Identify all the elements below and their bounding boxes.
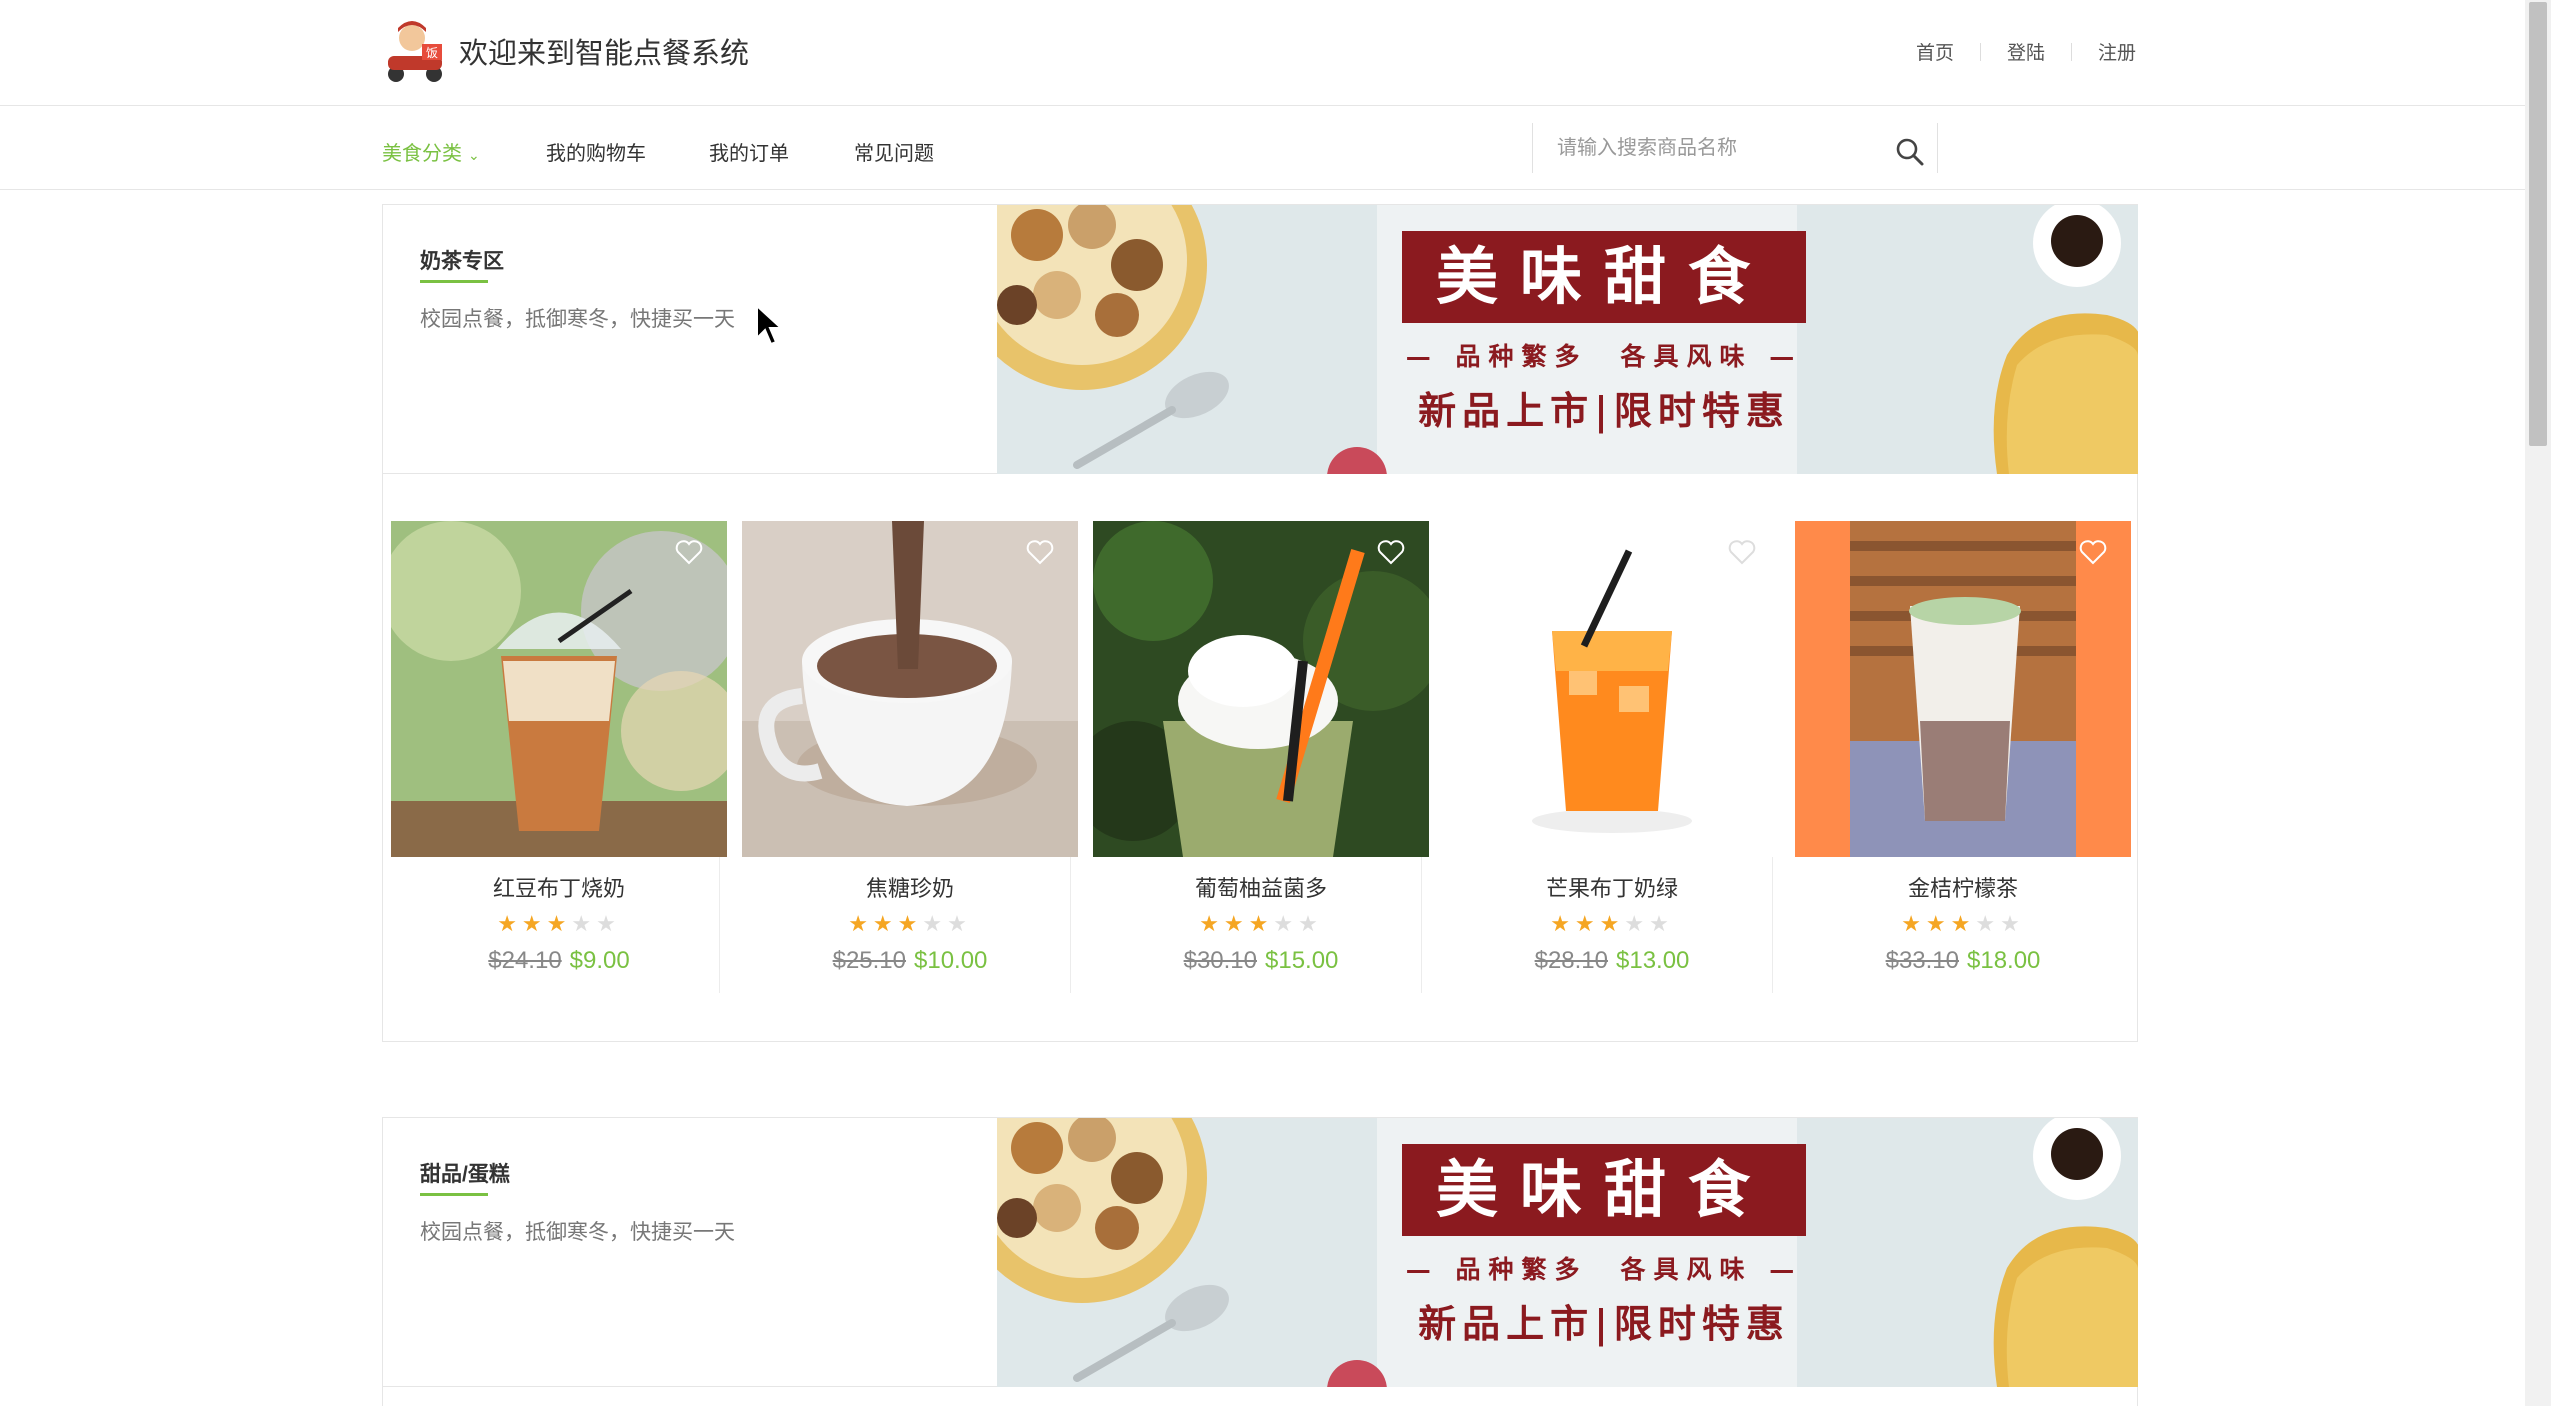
search-icon[interactable] <box>1895 137 1925 167</box>
product-image-mango-pudding-green-milk[interactable] <box>1444 521 1780 857</box>
price-block: $33.10 $18.00 <box>1787 947 2139 975</box>
star-icon: ★★★ <box>1550 911 1625 936</box>
search-input[interactable] <box>1557 133 1857 163</box>
search-box <box>1532 123 1938 173</box>
home-link[interactable]: 首页 <box>1916 38 1954 65</box>
section-milk-tea: 奶茶专区 校园点餐，抵御寒冬，快捷买一天 美味甜食 — 品种繁多 各具风味 — … <box>382 204 2138 1042</box>
star-icon: ★★★ <box>1901 911 1976 936</box>
product-name[interactable]: 焦糖珍奶 <box>734 871 1086 903</box>
banner-subtitle: — 品种繁多 各具风味 — <box>1406 342 1802 371</box>
product-name[interactable]: 红豆布丁烧奶 <box>383 871 735 903</box>
promo-banner[interactable]: 美味甜食 — 品种繁多 各具风味 — 新品上市|限时特惠 <box>997 205 2138 474</box>
section-title: 奶茶专区 <box>420 250 504 273</box>
section-title: 甜品/蛋糕 <box>420 1163 510 1186</box>
price-block: $28.10 $13.00 <box>1436 947 1788 975</box>
original-price: $25.10 <box>832 947 906 974</box>
product-image-red-bean-pudding-milk[interactable] <box>391 521 727 857</box>
chevron-down-icon: ⌄ <box>468 147 480 163</box>
price-block: $30.10 $15.00 <box>1085 947 1437 975</box>
sale-price: $15.00 <box>1265 947 1339 974</box>
product-card[interactable]: 金桔柠檬茶 ★★★★★ $33.10 $18.00 <box>1787 521 2131 993</box>
price-block: $24.10 $9.00 <box>383 947 735 975</box>
original-price: $24.10 <box>488 947 562 974</box>
rating-stars: ★★★★★ <box>383 911 735 937</box>
original-price: $33.10 <box>1885 947 1959 974</box>
star-icon: ★★★ <box>497 911 572 936</box>
banner-tagline: 新品上市|限时特惠 <box>1418 1301 1790 1346</box>
product-image-kumquat-lemon-tea[interactable] <box>1795 521 2131 857</box>
heart-icon[interactable] <box>2079 539 2107 565</box>
divider <box>1979 42 1981 61</box>
nav-food-category[interactable]: 美食分类 ⌄ <box>382 137 480 166</box>
product-card[interactable]: 焦糖珍奶 ★★★★★ $25.10 $10.00 <box>734 521 1078 993</box>
page-scrollbar[interactable] <box>2525 0 2551 1406</box>
star-icon: ★★ <box>1975 911 2025 936</box>
star-icon: ★★★ <box>848 911 923 936</box>
product-image-caramel-pearl-milk[interactable] <box>742 521 1078 857</box>
title-underline <box>420 280 488 283</box>
product-name[interactable]: 葡萄柚益菌多 <box>1085 871 1437 903</box>
sale-price: $18.00 <box>1967 947 2041 974</box>
mouse-cursor <box>756 304 783 346</box>
section-description: 校园点餐，抵御寒冬，快捷买一天 <box>420 1221 735 1244</box>
product-card[interactable]: 葡萄柚益菌多 ★★★★★ $30.10 $15.00 <box>1085 521 1429 993</box>
sale-price: $13.00 <box>1616 947 1690 974</box>
logo[interactable]: 饭 <box>382 18 450 84</box>
star-icon: ★★ <box>1273 911 1323 936</box>
star-icon: ★★ <box>1624 911 1674 936</box>
divider <box>2070 42 2072 61</box>
site-title: 欢迎来到智能点餐系统 <box>459 38 750 70</box>
svg-text:饭: 饭 <box>426 46 438 60</box>
title-underline <box>420 1193 488 1196</box>
rating-stars: ★★★★★ <box>1085 911 1437 937</box>
rating-stars: ★★★★★ <box>734 911 1086 937</box>
rating-stars: ★★★★★ <box>1436 911 1788 937</box>
product-name[interactable]: 金桔柠檬茶 <box>1787 871 2139 903</box>
price-block: $25.10 $10.00 <box>734 947 1086 975</box>
heart-icon[interactable] <box>1377 539 1405 565</box>
top-header: 饭 欢迎来到智能点餐系统 首页 登陆 注册 <box>0 0 2525 106</box>
heart-icon[interactable] <box>675 539 703 565</box>
product-name[interactable]: 芒果布丁奶绿 <box>1436 871 1788 903</box>
product-image-grapefruit-yakult[interactable] <box>1093 521 1429 857</box>
top-links: 首页 登陆 注册 <box>1916 38 2136 65</box>
scrollbar-thumb[interactable] <box>2529 2 2547 446</box>
register-link[interactable]: 注册 <box>2098 38 2136 65</box>
original-price: $28.10 <box>1534 947 1608 974</box>
heart-icon[interactable] <box>1728 539 1756 565</box>
main-nav: 美食分类 ⌄ 我的购物车 我的订单 常见问题 <box>0 107 2525 190</box>
section-dessert-cake: 甜品/蛋糕 校园点餐，抵御寒冬，快捷买一天 美味甜食 — 品种繁多 各具风味 —… <box>382 1117 2138 1406</box>
original-price: $30.10 <box>1183 947 1257 974</box>
product-list: 红豆布丁烧奶 ★★★★★ $24.10 $9.00 焦糖珍奶 ★★★★★ $25.… <box>383 474 2137 1042</box>
heart-icon[interactable] <box>1026 539 1054 565</box>
star-icon: ★★ <box>922 911 972 936</box>
product-card[interactable]: 芒果布丁奶绿 ★★★★★ $28.10 $13.00 <box>1436 521 1780 993</box>
banner-subtitle: — 品种繁多 各具风味 — <box>1406 1255 1802 1284</box>
sale-price: $10.00 <box>914 947 988 974</box>
promo-banner[interactable]: 美味甜食 — 品种繁多 各具风味 — 新品上市|限时特惠 <box>997 1118 2138 1387</box>
banner-headline: 美味甜食 <box>1436 1153 1772 1226</box>
nav-my-orders[interactable]: 我的订单 <box>709 137 789 166</box>
section-description: 校园点餐，抵御寒冬，快捷买一天 <box>420 308 735 331</box>
rating-stars: ★★★★★ <box>1787 911 2139 937</box>
star-icon: ★★ <box>571 911 621 936</box>
nav-my-cart[interactable]: 我的购物车 <box>546 137 646 166</box>
product-card[interactable]: 红豆布丁烧奶 ★★★★★ $24.10 $9.00 <box>383 521 727 993</box>
banner-headline: 美味甜食 <box>1436 240 1772 313</box>
login-link[interactable]: 登陆 <box>2007 38 2045 65</box>
section-header: 奶茶专区 校园点餐，抵御寒冬，快捷买一天 美味甜食 — 品种繁多 各具风味 — … <box>383 205 2138 474</box>
section-header: 甜品/蛋糕 校园点餐，抵御寒冬，快捷买一天 美味甜食 — 品种繁多 各具风味 —… <box>383 1118 2138 1387</box>
star-icon: ★★★ <box>1199 911 1274 936</box>
banner-tagline: 新品上市|限时特惠 <box>1418 388 1790 433</box>
nav-food-category-label: 美食分类 <box>382 143 462 165</box>
nav-faq[interactable]: 常见问题 <box>854 137 934 166</box>
sale-price: $9.00 <box>569 947 630 974</box>
